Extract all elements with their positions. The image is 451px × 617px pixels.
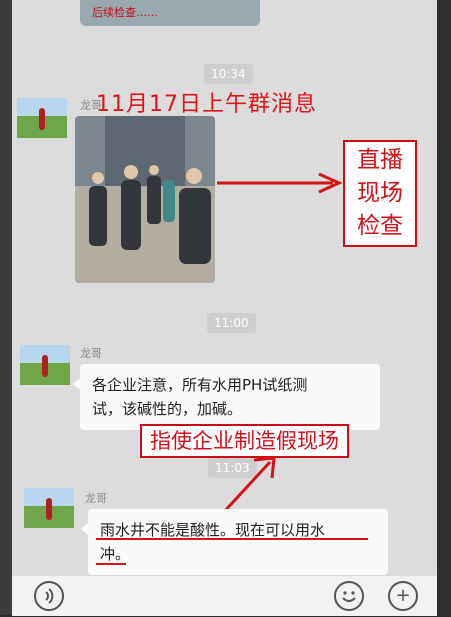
voice-icon[interactable] xyxy=(34,581,64,611)
previous-image-caption: 后续检查…… xyxy=(92,6,158,19)
annotation-arrow-right xyxy=(217,172,343,194)
avatar[interactable] xyxy=(24,488,74,528)
plus-icon[interactable]: + xyxy=(388,581,418,611)
phone-frame-left xyxy=(0,0,12,615)
image-message-photo[interactable] xyxy=(75,116,215,283)
chat-screen: 后续检查…… 10:34 11月17日上午群消息 龙哥 直播 现场 检查 11:… xyxy=(0,0,451,616)
input-toolbar: + xyxy=(12,575,437,616)
timestamp-1: 10:34 xyxy=(204,64,253,84)
annotation-line-1: 直播 xyxy=(357,147,403,173)
sender-name: 龙哥 xyxy=(80,347,102,360)
headline-annotation: 11月17日上午群消息 xyxy=(96,92,317,117)
annotation-line-3: 检查 xyxy=(357,213,403,239)
timestamp-2: 11:00 xyxy=(207,313,256,333)
message-line-2: 试，该碱性的，加碱。 xyxy=(92,400,243,418)
avatar[interactable] xyxy=(20,345,70,385)
text-message-bubble[interactable]: 各企业注意，所有水用PH试纸测 试，该碱性的，加碱。 xyxy=(73,364,380,430)
sender-name: 龙哥 xyxy=(85,492,107,505)
underline-annotation xyxy=(96,538,368,540)
emoji-icon[interactable] xyxy=(334,581,364,611)
phone-frame-right xyxy=(437,0,451,615)
text-message-bubble[interactable]: 雨水井不能是酸性。现在可以用水 冲。 xyxy=(81,509,388,575)
live-check-annotation: 直播 现场 检查 xyxy=(343,140,417,247)
avatar[interactable] xyxy=(17,98,67,138)
sender-name: 龙哥 xyxy=(80,99,102,112)
underline-annotation xyxy=(96,563,126,565)
annotation-line-2: 现场 xyxy=(357,180,403,206)
message-line-2: 冲。 xyxy=(100,545,131,563)
previous-image-message[interactable]: 后续检查…… xyxy=(80,0,260,26)
message-line-1: 各企业注意，所有水用PH试纸测 xyxy=(92,376,308,394)
